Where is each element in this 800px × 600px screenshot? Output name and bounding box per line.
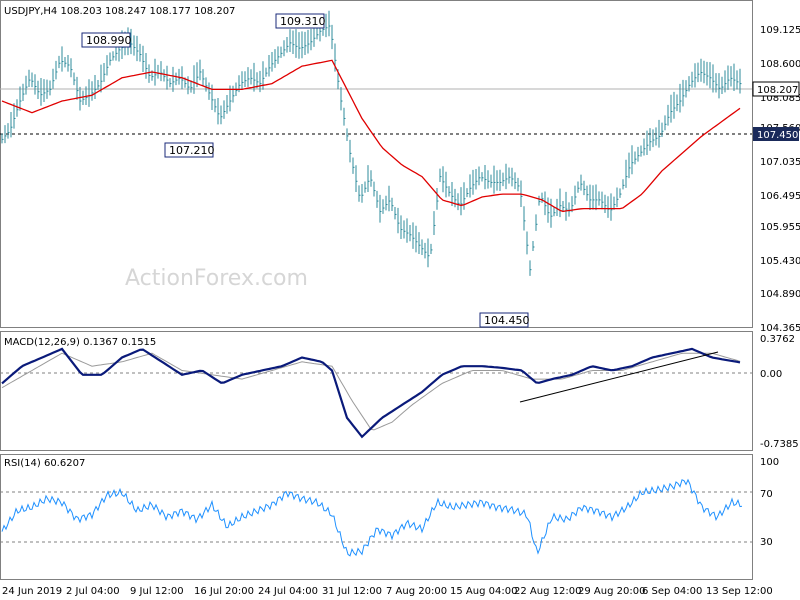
price-tick-label: 107.035 xyxy=(760,157,800,168)
price-tick-label: 105.430 xyxy=(760,256,800,267)
price-tick-label: 106.495 xyxy=(760,191,800,202)
rsi-line xyxy=(1,478,743,557)
svg-text:108.990: 108.990 xyxy=(86,34,132,47)
moving-average-line xyxy=(1,59,741,213)
support-price-label: 107.450 xyxy=(757,130,798,141)
annotation-107210: 107.210 xyxy=(164,142,215,158)
rsi-tick-label: 30 xyxy=(760,537,773,548)
x-tick-label: 22 Aug 12:00 xyxy=(514,586,581,597)
current-price-label: 108.207 xyxy=(757,85,798,96)
svg-text:109.310: 109.310 xyxy=(280,15,326,28)
x-tick-label: 24 Jun 2019 xyxy=(2,586,62,597)
chart-canvas: ActionForex.com USDJPY,H4 108.203 108.24… xyxy=(0,0,800,597)
x-tick-label: 24 Jul 04:00 xyxy=(258,586,318,597)
macd-tick-label: 0.3762 xyxy=(760,334,795,345)
svg-text:104.450: 104.450 xyxy=(484,314,530,327)
annotation-109310: 109.310 xyxy=(275,13,326,29)
price-tick-label: 105.955 xyxy=(760,222,800,233)
annotation-108990: 108.990 xyxy=(81,32,132,48)
x-tick-label: 2 Jul 04:00 xyxy=(66,586,120,597)
price-bars xyxy=(1,10,742,276)
macd-tick-label: -0.7385 xyxy=(760,439,799,450)
x-tick-label: 31 Jul 12:00 xyxy=(322,586,382,597)
x-tick-label: 6 Sep 04:00 xyxy=(642,586,702,597)
macd-line xyxy=(1,347,741,439)
watermark: ActionForex.com xyxy=(125,266,308,291)
macd-tick-label: 0.00 xyxy=(760,369,782,380)
x-axis: 24 Jun 2019 2 Jul 04:00 9 Jul 12:00 16 J… xyxy=(2,586,773,597)
price-chart-title: USDJPY,H4 108.203 108.247 108.177 108.20… xyxy=(4,6,235,17)
price-panel xyxy=(0,0,753,328)
rsi-panel xyxy=(0,454,753,580)
rsi-title: RSI(14) 60.6207 xyxy=(4,458,85,469)
price-tick-label: 104.890 xyxy=(760,289,800,300)
rsi-tick-label: 100 xyxy=(760,457,779,468)
price-y-axis: 109.125 108.600 108.085 107.560 107.035 … xyxy=(760,25,800,334)
macd-trendline xyxy=(519,351,719,403)
price-tick-label: 104.365 xyxy=(760,323,800,334)
x-tick-label: 15 Aug 04:00 xyxy=(450,586,517,597)
macd-panel xyxy=(0,331,753,451)
price-tick-label: 108.600 xyxy=(760,59,800,70)
x-tick-label: 7 Aug 20:00 xyxy=(386,586,447,597)
x-tick-label: 16 Jul 20:00 xyxy=(194,586,254,597)
rsi-tick-label: 70 xyxy=(760,489,773,500)
price-tick-label: 109.125 xyxy=(760,25,800,36)
macd-title: MACD(12,26,9) 0.1367 0.1515 xyxy=(4,337,156,348)
x-tick-label: 13 Sep 12:00 xyxy=(706,586,773,597)
x-tick-label: 29 Aug 20:00 xyxy=(578,586,645,597)
annotation-104450: 104.450 xyxy=(479,312,530,328)
svg-text:107.210: 107.210 xyxy=(169,144,215,157)
x-tick-label: 9 Jul 12:00 xyxy=(130,586,184,597)
